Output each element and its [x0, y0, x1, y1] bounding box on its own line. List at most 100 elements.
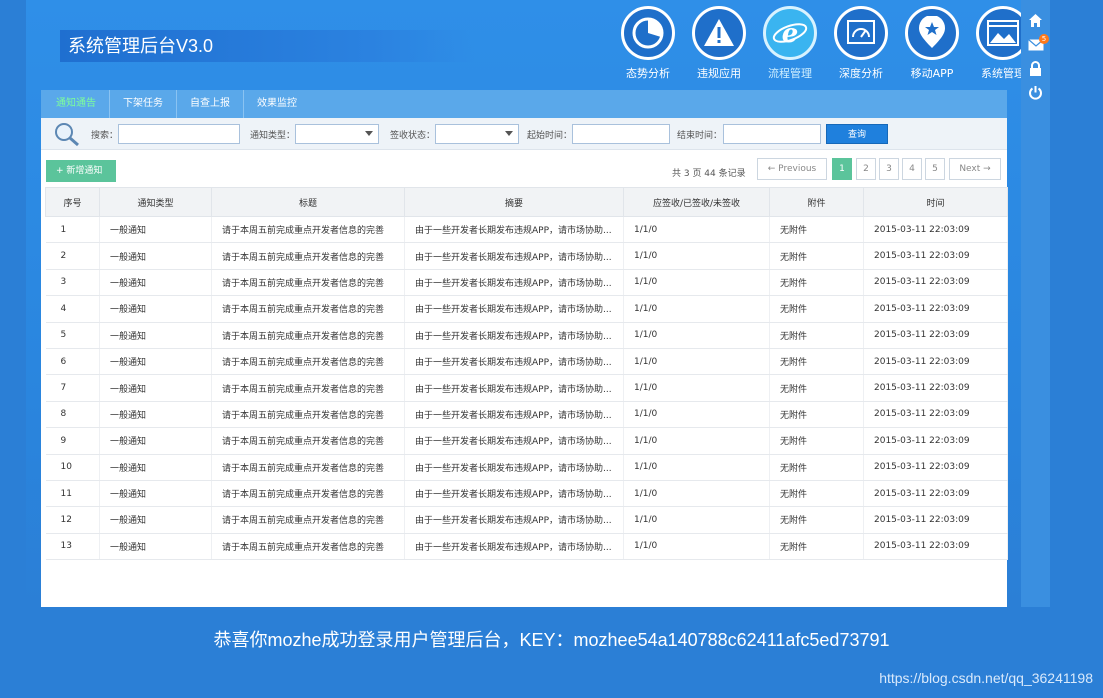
start-time-label: 起始时间：: [527, 131, 573, 141]
column-header: 序号: [45, 187, 100, 217]
power-icon[interactable]: [1027, 84, 1044, 101]
table-cell: 一般通知: [99, 374, 212, 402]
start-time-input[interactable]: [572, 124, 670, 144]
search-input[interactable]: [118, 124, 240, 144]
table-cell: 一般通知: [99, 480, 212, 508]
table-cell: 由于一些开发者长期发布违规APP，请市场协助...: [404, 322, 624, 349]
warning-icon: [692, 6, 746, 60]
module-violation-apps[interactable]: 违规应用: [687, 6, 751, 81]
module-deep-analysis[interactable]: 深度分析: [829, 6, 893, 81]
table-row[interactable]: 10 一般通知 请于本周五前完成重点开发者信息的完善 由于一些开发者长期发布违规APP…: [45, 454, 1008, 481]
right-rail: [1021, 0, 1050, 607]
table-cell: 由于一些开发者长期发布违规APP，请市场协助...: [404, 242, 624, 270]
add-notification-button[interactable]: + 新增通知: [46, 160, 116, 182]
table-cell: 由于一些开发者长期发布违规APP，请市场协助...: [404, 348, 624, 376]
table-cell: 无附件: [769, 401, 864, 429]
module-label: 移动APP: [910, 67, 954, 80]
table-cell: 由于一些开发者长期发布违规APP，请市场协助...: [404, 374, 624, 402]
svg-text:e: e: [782, 19, 799, 49]
table-cell: 无附件: [769, 454, 864, 481]
table-cell: 2015-03-11 22:03:09: [863, 427, 1008, 455]
page-4-button[interactable]: 4: [902, 158, 922, 180]
table-cell: 2015-03-11 22:03:09: [863, 269, 1008, 297]
type-select[interactable]: [295, 124, 379, 144]
table-cell: 7: [45, 374, 100, 402]
mail-badge: 5: [1039, 34, 1049, 44]
table-cell: 1/1/0: [623, 295, 770, 323]
table-cell: 由于一些开发者长期发布违规APP，请市场协助...: [404, 533, 624, 561]
table-cell: 请于本周五前完成重点开发者信息的完善: [211, 374, 405, 402]
tab-notifications[interactable]: 通知通告: [43, 90, 110, 118]
module-label: 态势分析: [626, 67, 670, 80]
query-button[interactable]: 查询: [826, 124, 888, 144]
end-time-label: 结束时间：: [677, 131, 723, 141]
app-title: 系统管理后台V3.0: [60, 30, 474, 62]
table-header-row: 序号 通知类型 标题 摘要 应签收/已签收/未签收 附件 时间: [45, 187, 1008, 217]
table-row[interactable]: 11 一般通知 请于本周五前完成重点开发者信息的完善 由于一些开发者长期发布违规APP…: [45, 480, 1008, 508]
table-cell: 1/1/0: [623, 269, 770, 297]
tab-effect-monitor[interactable]: 效果监控: [244, 90, 310, 118]
table-row[interactable]: 2 一般通知 请于本周五前完成重点开发者信息的完善 由于一些开发者长期发布违规APP，…: [45, 242, 1008, 270]
previous-button[interactable]: ← Previous: [757, 158, 827, 180]
column-header: 摘要: [404, 187, 624, 217]
module-mobile-app[interactable]: 移动APP: [900, 6, 964, 81]
table-cell: 1/1/0: [623, 533, 770, 561]
table-cell: 无附件: [769, 269, 864, 297]
home-icon[interactable]: [1027, 12, 1044, 29]
table-cell: 由于一些开发者长期发布违规APP，请市场协助...: [404, 295, 624, 323]
table-row[interactable]: 12 一般通知 请于本周五前完成重点开发者信息的完善 由于一些开发者长期发布违规APP…: [45, 506, 1008, 534]
table-cell: 由于一些开发者长期发布违规APP，请市场协助...: [404, 480, 624, 508]
table-row[interactable]: 13 一般通知 请于本周五前完成重点开发者信息的完善 由于一些开发者长期发布违规APP…: [45, 533, 1008, 561]
tab-self-report[interactable]: 自查上报: [177, 90, 244, 118]
table-row[interactable]: 4 一般通知 请于本周五前完成重点开发者信息的完善 由于一些开发者长期发布违规APP，…: [45, 295, 1008, 323]
table-cell: 无附件: [769, 216, 864, 244]
sign-status-select[interactable]: [435, 124, 519, 144]
table-row[interactable]: 1 一般通知 请于本周五前完成重点开发者信息的完善 由于一些开发者长期发布违规APP，…: [45, 216, 1008, 244]
table-cell: 9: [45, 427, 100, 455]
table-row[interactable]: 3 一般通知 请于本周五前完成重点开发者信息的完善 由于一些开发者长期发布违规APP，…: [45, 269, 1008, 297]
table-cell: 一般通知: [99, 322, 212, 349]
chevron-down-icon: [505, 131, 513, 136]
table-row[interactable]: 6 一般通知 请于本周五前完成重点开发者信息的完善 由于一些开发者长期发布违规APP，…: [45, 348, 1008, 376]
module-nav: 态势分析 违规应用 e 流程管理 深度分析 移动APP 系统管理: [616, 6, 1036, 88]
table-cell: 请于本周五前完成重点开发者信息的完善: [211, 454, 405, 481]
table-cell: 一般通知: [99, 216, 212, 244]
next-button[interactable]: Next →: [949, 158, 1001, 180]
page-3-button[interactable]: 3: [879, 158, 899, 180]
end-time-input[interactable]: [723, 124, 821, 144]
table-cell: 2015-03-11 22:03:09: [863, 216, 1008, 244]
table-cell: 无附件: [769, 374, 864, 402]
table-cell: 2015-03-11 22:03:09: [863, 348, 1008, 376]
type-label: 通知类型：: [250, 131, 296, 141]
table-cell: 请于本周五前完成重点开发者信息的完善: [211, 216, 405, 244]
module-process-management[interactable]: e 流程管理: [758, 6, 822, 81]
page-2-button[interactable]: 2: [856, 158, 876, 180]
chevron-down-icon: [365, 131, 373, 136]
table-cell: 1/1/0: [623, 322, 770, 349]
table-cell: 请于本周五前完成重点开发者信息的完善: [211, 348, 405, 376]
table-cell: 请于本周五前完成重点开发者信息的完善: [211, 427, 405, 455]
filter-bar: 搜索： 通知类型： 签收状态： 起始时间： 结束时间： 查询: [41, 118, 1007, 150]
table-cell: 由于一些开发者长期发布违规APP，请市场协助...: [404, 216, 624, 244]
table-cell: 请于本周五前完成重点开发者信息的完善: [211, 242, 405, 270]
table-cell: 请于本周五前完成重点开发者信息的完善: [211, 506, 405, 534]
table-cell: 一般通知: [99, 427, 212, 455]
module-situation-analysis[interactable]: 态势分析: [616, 6, 680, 81]
table-row[interactable]: 8 一般通知 请于本周五前完成重点开发者信息的完善 由于一些开发者长期发布违规APP，…: [45, 401, 1008, 429]
table-cell: 1/1/0: [623, 348, 770, 376]
table-cell: 一般通知: [99, 401, 212, 429]
page-1-button[interactable]: 1: [832, 158, 852, 180]
tab-takedown-tasks[interactable]: 下架任务: [110, 90, 177, 118]
table-cell: 11: [45, 480, 100, 508]
table-row[interactable]: 5 一般通知 请于本周五前完成重点开发者信息的完善 由于一些开发者长期发布违规APP，…: [45, 322, 1008, 349]
table-row[interactable]: 7 一般通知 请于本周五前完成重点开发者信息的完善 由于一些开发者长期发布违规APP，…: [45, 374, 1008, 402]
table-row[interactable]: 9 一般通知 请于本周五前完成重点开发者信息的完善 由于一些开发者长期发布违规APP，…: [45, 427, 1008, 455]
table-cell: 请于本周五前完成重点开发者信息的完善: [211, 401, 405, 429]
table-cell: 1/1/0: [623, 401, 770, 429]
table-cell: 无附件: [769, 322, 864, 349]
column-header: 附件: [769, 187, 864, 217]
watermark: https://blog.csdn.net/qq_36241198: [879, 670, 1093, 686]
page-5-button[interactable]: 5: [925, 158, 945, 180]
page-info: 共 3 页 44 条记录: [672, 169, 746, 179]
lock-icon[interactable]: [1027, 60, 1044, 77]
